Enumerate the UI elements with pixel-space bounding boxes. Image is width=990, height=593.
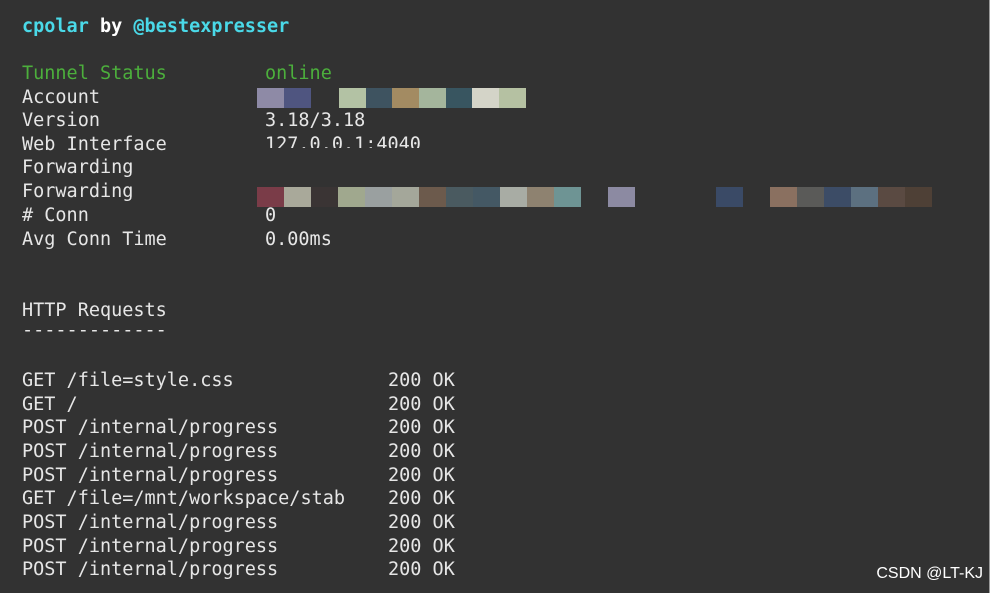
tunnel-status-label: Tunnel Status bbox=[22, 63, 167, 84]
version-value: 3.18/3.18 bbox=[265, 110, 366, 131]
request-status: 200 OK bbox=[388, 394, 455, 415]
request-status: 200 OK bbox=[388, 441, 455, 462]
cpolar-header: cpolar by @bestexpresser bbox=[22, 16, 289, 38]
request-path: POST /internal/progress bbox=[22, 559, 279, 580]
terminal-window: cpolar by @bestexpresser Tunnel Status o… bbox=[0, 0, 990, 593]
request-status: 200 OK bbox=[388, 512, 455, 533]
version-label: Version bbox=[22, 110, 100, 131]
request-path: POST /internal/progress bbox=[22, 536, 279, 557]
avg-conn-time-value: 0.00ms bbox=[265, 229, 332, 250]
request-status: 200 OK bbox=[388, 488, 455, 509]
tunnel-status-value: online bbox=[265, 63, 332, 84]
conn-count-label: # Conn bbox=[22, 205, 89, 226]
request-path: POST /internal/progress bbox=[22, 417, 279, 438]
http-requests-title: HTTP Requests bbox=[22, 300, 167, 321]
request-path: GET / bbox=[22, 394, 78, 415]
avg-conn-time-label: Avg Conn Time bbox=[22, 229, 167, 250]
request-status: 200 OK bbox=[388, 559, 455, 580]
account-label: Account bbox=[22, 87, 100, 108]
web-interface-value: 127.0.0.1:4040 bbox=[265, 134, 421, 148]
request-status: 200 OK bbox=[388, 370, 455, 391]
brand-name: cpolar bbox=[22, 16, 89, 37]
account-redacted-mosaic bbox=[257, 88, 526, 108]
request-status: 200 OK bbox=[388, 465, 455, 486]
request-path: GET /file=/mnt/workspace/stab bbox=[22, 488, 346, 509]
request-path: GET /file=style.css bbox=[22, 370, 234, 391]
request-status: 200 OK bbox=[388, 417, 455, 438]
forwarding-label-2: Forwarding bbox=[22, 181, 134, 202]
author-handle: @bestexpresser bbox=[133, 16, 290, 37]
request-path: POST /internal/progress bbox=[22, 512, 279, 533]
forwarding-label-1: Forwarding bbox=[22, 157, 134, 178]
request-status: 200 OK bbox=[388, 536, 455, 557]
http-requests-underline: ------------- bbox=[22, 320, 167, 341]
conn-count-value: 0 bbox=[265, 205, 277, 226]
web-interface-label: Web Interface bbox=[22, 134, 167, 155]
header-by: by bbox=[99, 16, 123, 37]
request-path: POST /internal/progress bbox=[22, 441, 279, 462]
request-path: POST /internal/progress bbox=[22, 465, 279, 486]
csdn-watermark: CSDN @LT-KJ bbox=[876, 565, 983, 582]
forwarding-redacted-mosaic bbox=[257, 187, 932, 207]
